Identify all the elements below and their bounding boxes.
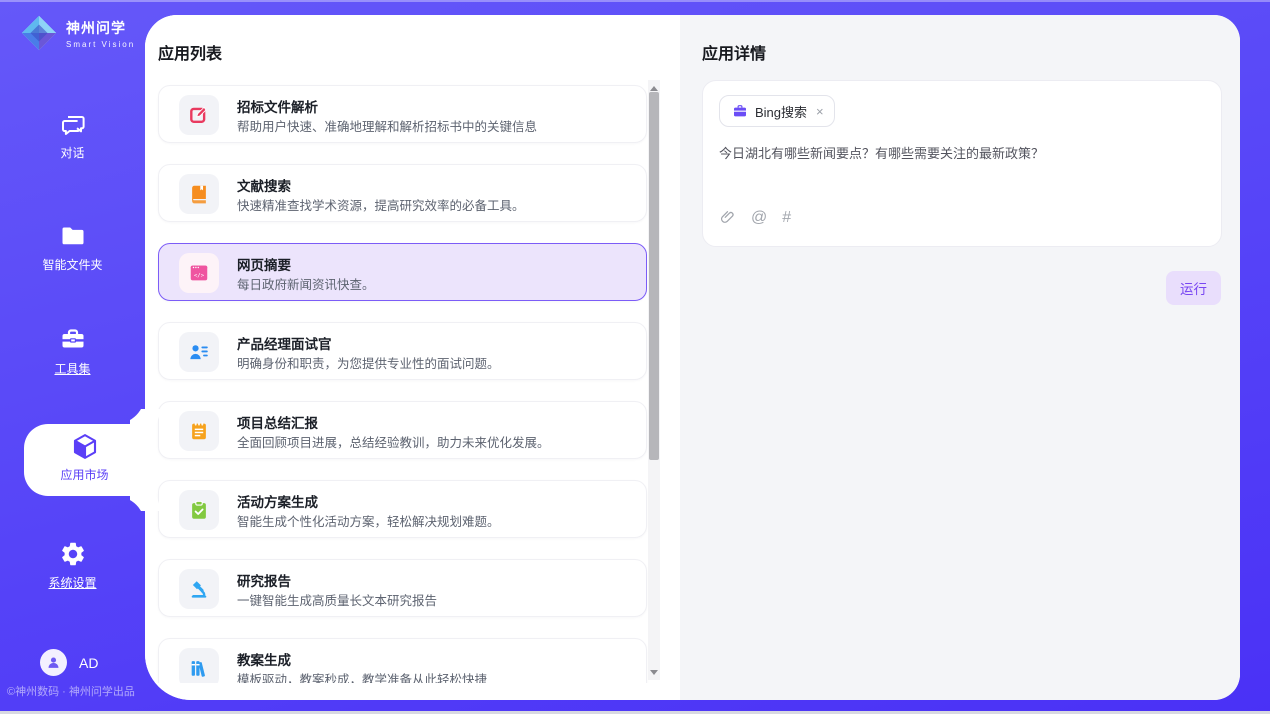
- notepad-icon: [179, 411, 219, 451]
- app-card[interactable]: 教案生成 模板驱动，教案秒成，教学准备从此轻松快捷: [158, 638, 647, 683]
- paperclip-icon[interactable]: [719, 209, 736, 226]
- app-card-description: 模板驱动，教案秒成，教学准备从此轻松快捷: [237, 669, 487, 683]
- app-detail-title: 应用详情: [702, 40, 766, 64]
- avatar: [40, 649, 67, 676]
- sidebar-item-label: 应用市场: [24, 466, 145, 483]
- brand-subtitle: Smart Vision: [66, 40, 135, 49]
- app-card-description: 帮助用户快速、准确地理解和解析招标书中的关键信息: [237, 116, 537, 135]
- app-card-title: 文献搜索: [237, 175, 291, 195]
- app-card-title: 项目总结汇报: [237, 412, 318, 432]
- query-text[interactable]: 今日湖北有哪些新闻要点？有哪些需要关注的最新政策？: [719, 143, 1044, 162]
- toolbox-icon: [59, 326, 87, 354]
- scroll-down-arrow[interactable]: [648, 666, 660, 678]
- edit-doc-icon: [179, 95, 219, 135]
- cube-icon: [70, 432, 100, 462]
- app-card-description: 全面回顾项目进展，总结经验教训，助力未来优化发展。: [237, 432, 550, 451]
- briefcase-icon: [732, 103, 748, 119]
- app-card-title: 教案生成: [237, 649, 291, 669]
- nav-curve-top: [115, 394, 145, 424]
- app-list-panel: 应用列表 招标文件解析 帮助用户快速、准确地理解和解析招标书中的关键信息 文献搜…: [145, 15, 680, 700]
- svg-text:</>: </>: [194, 273, 205, 279]
- app-list: 招标文件解析 帮助用户快速、准确地理解和解析招标书中的关键信息 文献搜索 快速精…: [145, 15, 680, 683]
- brand-logo: 神州问学 Smart Vision: [20, 14, 135, 52]
- brand-title: 神州问学: [66, 18, 135, 38]
- app-detail-panel: 应用详情 Bing搜索 × 今日湖北有哪些新闻要点？有哪些需要关注的最新政策？ …: [680, 15, 1240, 700]
- app-card[interactable]: 产品经理面试官 明确身份和职责，为您提供专业性的面试问题。: [158, 322, 647, 380]
- sidebar: 神州问学 Smart Vision 对话 智能文件夹 工具集: [0, 0, 145, 714]
- window-top-edge: [0, 0, 1270, 2]
- app-card[interactable]: 项目总结汇报 全面回顾项目进展，总结经验教训，助力未来优化发展。: [158, 401, 647, 459]
- sidebar-item-label: 智能文件夹: [0, 256, 145, 273]
- sidebar-item-chat[interactable]: 对话: [0, 110, 145, 161]
- clipboard-check-icon: [179, 490, 219, 530]
- app-card[interactable]: </> 网页摘要 每日政府新闻资讯快查。: [158, 243, 647, 301]
- app-card-description: 智能生成个性化活动方案，轻松解决规划难题。: [237, 511, 500, 530]
- chat-icon: [59, 110, 87, 138]
- sidebar-item-label: 工具集: [0, 360, 145, 377]
- sidebar-item-smart-folder[interactable]: 智能文件夹: [0, 222, 145, 273]
- tool-chip-bing-search[interactable]: Bing搜索 ×: [719, 95, 835, 127]
- microscope-icon: [179, 569, 219, 609]
- prompt-card: Bing搜索 × 今日湖北有哪些新闻要点？有哪些需要关注的最新政策？ @ #: [702, 80, 1222, 247]
- hash-icon[interactable]: #: [782, 210, 791, 226]
- book-icon: [179, 174, 219, 214]
- app-card-description: 快速精准查找学术资源，提高研究效率的必备工具。: [237, 195, 525, 214]
- app-card-title: 招标文件解析: [237, 96, 318, 116]
- sidebar-item-app-market[interactable]: 应用市场: [24, 424, 145, 496]
- diamond-logo-icon: [20, 14, 58, 52]
- app-card-title: 活动方案生成: [237, 491, 318, 511]
- app-card[interactable]: 研究报告 一键智能生成高质量长文本研究报告: [158, 559, 647, 617]
- app-card[interactable]: 文献搜索 快速精准查找学术资源，提高研究效率的必备工具。: [158, 164, 647, 222]
- user-name: AD: [79, 655, 98, 671]
- copyright-text: ©神州数码 · 神州问学出品: [7, 683, 135, 699]
- app-card-title: 网页摘要: [237, 254, 291, 274]
- app-card-description: 每日政府新闻资讯快查。: [237, 274, 375, 293]
- sidebar-item-label: 对话: [0, 144, 145, 161]
- person-icon: [45, 654, 62, 671]
- chip-close-icon[interactable]: ×: [816, 104, 824, 119]
- sidebar-item-settings[interactable]: 系统设置: [0, 540, 145, 591]
- run-button[interactable]: 运行: [1166, 271, 1221, 305]
- app-card-description: 一键智能生成高质量长文本研究报告: [237, 590, 437, 609]
- sidebar-item-toolbox[interactable]: 工具集: [0, 326, 145, 377]
- app-card-title: 产品经理面试官: [237, 333, 332, 353]
- sidebar-item-label: 系统设置: [0, 574, 145, 591]
- tool-chip-label: Bing搜索: [755, 102, 807, 121]
- app-card[interactable]: 招标文件解析 帮助用户快速、准确地理解和解析招标书中的关键信息: [158, 85, 647, 143]
- app-card-title: 研究报告: [237, 570, 291, 590]
- books-icon: [179, 648, 219, 683]
- browser-code-icon: </>: [179, 253, 219, 293]
- scrollbar-thumb[interactable]: [649, 92, 659, 460]
- main-container: 应用列表 招标文件解析 帮助用户快速、准确地理解和解析招标书中的关键信息 文献搜…: [145, 15, 1240, 700]
- mention-icon[interactable]: @: [751, 210, 767, 226]
- app-card-description: 明确身份和职责，为您提供专业性的面试问题。: [237, 353, 500, 372]
- app-list-scrollbar[interactable]: [648, 80, 660, 680]
- app-card[interactable]: 活动方案生成 智能生成个性化活动方案，轻松解决规划难题。: [158, 480, 647, 538]
- user-profile[interactable]: AD: [40, 649, 98, 676]
- interviewer-icon: [179, 332, 219, 372]
- folder-icon: [59, 222, 87, 250]
- gear-icon: [59, 540, 87, 568]
- nav-curve-bottom: [115, 496, 145, 526]
